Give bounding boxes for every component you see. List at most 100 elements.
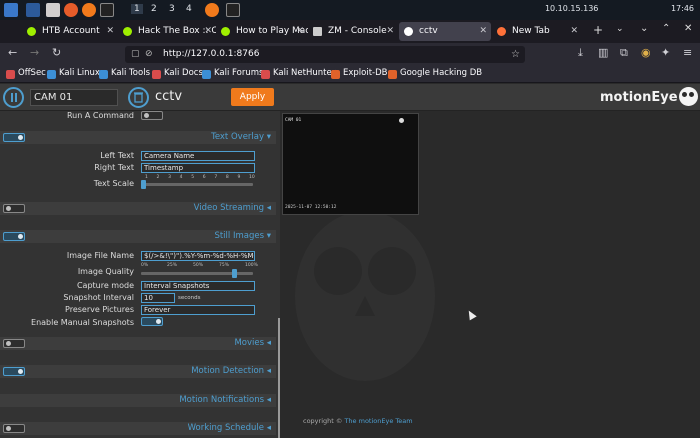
motioneye-logo: motionEye [600, 90, 678, 105]
text-overlay-section[interactable]: Text Overlay ▾ [0, 131, 276, 144]
tab-cctv[interactable]: cctv ✕ [399, 22, 491, 41]
workspace-4[interactable]: 4 [186, 4, 192, 14]
extension-icon[interactable]: ⧉ [620, 46, 628, 60]
apply-button[interactable]: Apply [231, 88, 274, 106]
forward-icon[interactable]: → [30, 46, 39, 59]
htb-favicon-icon [221, 27, 230, 36]
maximize-icon[interactable]: ⌃ [662, 23, 670, 34]
tab-how-to-play[interactable]: How to Play Mach ✕ [216, 22, 308, 41]
motion-detection-switch[interactable] [3, 367, 25, 376]
settings-toggle-icon[interactable] [3, 87, 24, 108]
firefox-favicon-icon [497, 27, 506, 36]
bookmarks-bar: OffSec Kali Linux Kali Tools Kali Docs K… [0, 66, 700, 83]
workspace-1[interactable]: 1 [131, 4, 143, 14]
back-icon[interactable]: ← [8, 46, 17, 59]
firefox-window-icon[interactable] [205, 3, 219, 17]
close-tab-icon[interactable]: ✕ [204, 22, 212, 41]
right-text-select[interactable]: Timestamp [141, 163, 255, 173]
snapshot-interval-input[interactable]: 10 [141, 293, 175, 303]
bookmark-label: Exploit-DB [343, 68, 388, 78]
motion-detection-section[interactable]: Motion Detection ◂ [0, 365, 276, 378]
video-streaming-section[interactable]: Video Streaming ◂ [0, 202, 276, 215]
addon-icon[interactable]: ◉ [641, 46, 651, 59]
image-quality-tick: 100% [245, 263, 258, 268]
snapshot-interval-label: Snapshot Interval [63, 293, 134, 302]
terminal-window-icon[interactable] [226, 3, 240, 17]
bookmark-kali-forums[interactable]: Kali Forums [202, 68, 263, 79]
close-tab-icon[interactable]: ✕ [296, 22, 304, 41]
minimize-icon[interactable]: ⌄ [640, 23, 648, 34]
camera-frame[interactable]: CAM 01 2025-11-07 12:50:12 [282, 113, 419, 215]
movies-section[interactable]: Movies ◂ [0, 337, 276, 350]
text-scale-slider[interactable] [141, 183, 253, 186]
close-tab-icon[interactable]: ✕ [386, 22, 394, 41]
url-bar[interactable]: ▢ ⊘ http://127.0.0.1:8766 ☆ [125, 46, 525, 63]
desktop-icon[interactable] [26, 3, 40, 17]
working-schedule-switch[interactable] [3, 424, 25, 433]
workspace-3[interactable]: 3 [169, 4, 175, 14]
browser-icon[interactable] [64, 3, 78, 17]
remove-camera-icon[interactable] [128, 87, 149, 108]
text-overlay-switch[interactable] [3, 133, 25, 142]
footer-link[interactable]: The motionEye Team [344, 417, 412, 425]
text-scale-tick: 8 [225, 175, 229, 180]
trash-icon [134, 92, 143, 103]
new-tab-icon[interactable]: + [593, 23, 603, 37]
camera-select[interactable]: CAM 01 [30, 89, 118, 106]
nethunter-icon [261, 70, 270, 79]
close-tab-icon[interactable]: ✕ [479, 22, 487, 41]
bookmark-kali-linux[interactable]: Kali Linux [47, 68, 100, 79]
tab-zm-console[interactable]: ZM - Console ✕ [308, 22, 398, 41]
image-quality-handle[interactable] [231, 269, 237, 278]
tab-htb-account[interactable]: HTB Account ✕ [22, 22, 118, 41]
bookmark-star-icon[interactable]: ☆ [511, 46, 520, 63]
workspace-2[interactable]: 2 [151, 4, 157, 14]
motion-detection-title: Motion Detection ◂ [191, 366, 271, 376]
manual-snapshots-switch[interactable] [141, 317, 163, 326]
kali-menu-icon[interactable] [4, 3, 18, 17]
video-streaming-title: Video Streaming ◂ [193, 203, 271, 213]
text-scale-tick: 6 [202, 175, 206, 180]
tab-hack-the-box[interactable]: Hack The Box :: C ✕ [118, 22, 216, 41]
app-menu-icon[interactable]: ≡ [683, 46, 692, 59]
close-tab-icon[interactable]: ✕ [106, 22, 114, 41]
bookmark-kali-tools[interactable]: Kali Tools [99, 68, 150, 79]
preserve-pictures-select[interactable]: Forever [141, 305, 255, 315]
bookmark-kali-docs[interactable]: Kali Docs [152, 68, 203, 79]
owl-logo-icon [679, 87, 698, 106]
files-icon[interactable] [46, 3, 60, 17]
reload-icon[interactable]: ↻ [52, 46, 61, 59]
clock[interactable]: 17:46 [671, 4, 694, 13]
tab-new-tab[interactable]: New Tab ✕ [492, 22, 582, 41]
camera-title: cctv [155, 89, 183, 104]
image-quality-tick: 75% [219, 263, 230, 268]
bookmark-kali-nethunter[interactable]: Kali NetHunter [261, 68, 335, 79]
bookmark-label: OffSec [18, 68, 46, 78]
still-images-switch[interactable] [3, 232, 25, 241]
terminal-icon[interactable] [100, 3, 114, 17]
image-file-name-label: Image File Name [66, 251, 134, 260]
tab-list-icon[interactable]: ⌄ [616, 24, 624, 34]
video-streaming-switch[interactable] [3, 204, 25, 213]
motion-notifications-section[interactable]: Motion Notifications ◂ [0, 394, 276, 407]
library-icon[interactable]: ▥ [598, 46, 608, 59]
page-info-icon[interactable]: ▢ [131, 46, 140, 63]
bookmark-offsec[interactable]: OffSec [6, 68, 46, 79]
movies-switch[interactable] [3, 339, 25, 348]
bookmark-google-hacking-db[interactable]: Google Hacking DB [388, 68, 482, 79]
run-command-switch[interactable] [141, 111, 163, 120]
overlay-timestamp: 2025-11-07 12:50:12 [285, 205, 337, 210]
image-file-name-input[interactable]: $(/>&!\")").%Y-%m-%d-%H-%M-%S [141, 251, 255, 261]
extensions-puzzle-icon[interactable]: ✦ [661, 46, 670, 59]
close-tab-icon[interactable]: ✕ [570, 22, 578, 41]
downloads-icon[interactable]: ⤓ [578, 46, 583, 60]
left-text-select[interactable]: Camera Name [141, 151, 255, 161]
working-schedule-section[interactable]: Working Schedule ◂ [0, 422, 276, 435]
bookmark-exploit-db[interactable]: Exploit-DB [331, 68, 388, 79]
close-window-icon[interactable]: ✕ [684, 23, 692, 34]
text-scale-handle[interactable] [141, 180, 146, 189]
firefox-icon[interactable] [82, 3, 96, 17]
still-images-section[interactable]: Still Images ▾ [0, 230, 276, 243]
capture-mode-select[interactable]: Interval Snapshots [141, 281, 255, 291]
text-scale-tick: 5 [191, 175, 195, 180]
